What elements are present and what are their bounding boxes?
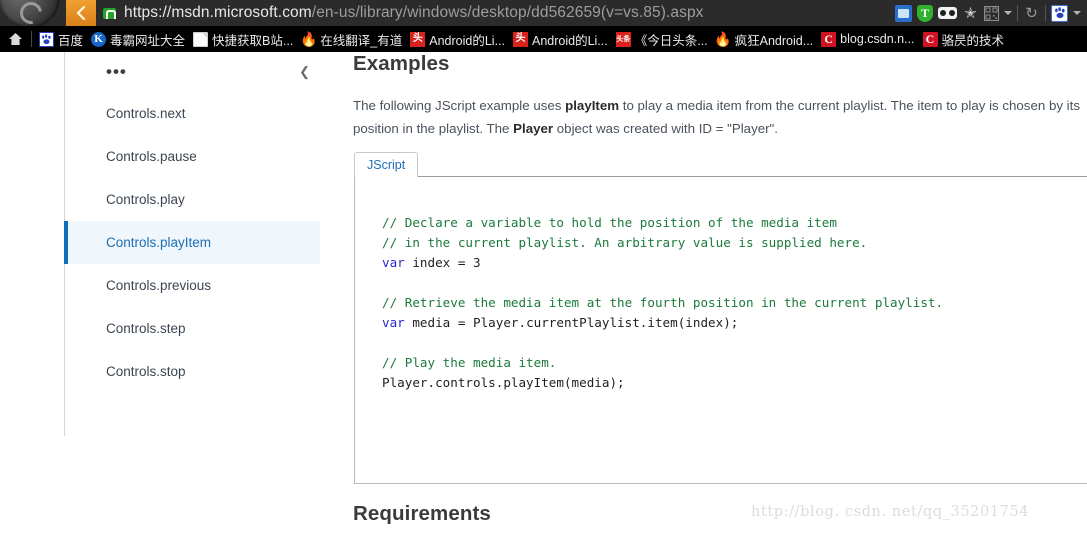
url-bar[interactable]: https://msdn.microsoft.com/en-us/library… [122,4,895,22]
requirements-heading: Requirements [353,502,491,525]
bookmark-item-toutiao-app[interactable]: 头条 《今日头条... [614,26,714,52]
kingsoft-k-icon: K [91,31,107,47]
bookmarks-bar: 百度 K 毒霸网址大全 快捷获取B站... 🔥 在线翻译_有道 头 Androi… [0,26,1087,52]
csdn-icon: C [821,31,837,47]
sidebar-item-controls-pause[interactable]: Controls.pause [65,135,320,178]
browser-toolbar: https://msdn.microsoft.com/en-us/library… [0,0,1087,26]
bookmark-label: 快捷获取B站... [212,33,294,48]
flame-icon: 🔥 [714,31,732,47]
sidebar-item-controls-previous[interactable]: Controls.previous [65,264,320,307]
code-sample-panel: JScript // Declare a variable to hold th… [354,152,1087,484]
toc-sidebar: ••• ❮ Controls.next Controls.pause Contr… [64,52,320,436]
bookmark-label: 疯狂Android... [734,33,814,48]
bookmark-label: 骆昃的技术 [941,33,1005,48]
bookmark-item-crazy-android[interactable]: 🔥 疯狂Android... [714,26,820,52]
baidu-paw-icon [39,31,54,47]
browser-nav-orb[interactable] [0,0,66,26]
csdn-icon: C [922,31,938,47]
back-button[interactable] [66,0,96,26]
page-title: Examples [353,52,450,75]
home-icon[interactable] [4,26,26,52]
url-host: https://msdn.microsoft.com [124,4,312,21]
watermark-text: http://blog. csdn. net/qq_35201754 [751,504,1030,520]
page-viewport: ••• ❮ Controls.next Controls.pause Contr… [0,52,1087,536]
bookmark-item-toutiao-1[interactable]: 头 Android的Li... [408,26,511,52]
qr-code-icon[interactable] [984,5,999,21]
sidebar-item-controls-step[interactable]: Controls.step [65,307,320,350]
sidebar-item-label: Controls.previous [106,278,212,293]
sidebar-item-label: Controls.playItem [106,235,212,250]
screenshot-icon[interactable] [895,4,912,22]
url-path: /en-us/library/windows/desktop/dd562659(… [311,4,704,21]
sidebar-item-label: Controls.step [106,321,186,336]
favorite-star-icon[interactable]: ✭ [962,5,979,22]
sidebar-header: ••• ❮ [65,52,320,92]
toolbar-divider [1017,5,1018,21]
toolbar-divider [1045,5,1046,21]
toutiao-app-icon: 头条 [615,31,631,47]
article-content: Examples The following JScript example u… [353,52,1087,536]
ellipsis-icon[interactable]: ••• [106,63,127,80]
bookmark-label: Android的Li... [531,33,608,48]
bookmark-label: 百度 [58,33,84,48]
sidebar-item-label: Controls.play [106,192,185,207]
glasses-icon[interactable] [938,7,957,19]
bookmark-item-toutiao-2[interactable]: 头 Android的Li... [511,26,614,52]
toutiao-icon: 头 [410,31,426,47]
dropdown-caret-icon[interactable] [1073,11,1081,15]
sidebar-item-controls-playitem[interactable]: Controls.playItem [64,221,320,264]
toolbar-icon-group: T ✭ ↻ [895,0,1087,26]
baidu-paw-icon[interactable] [1051,4,1068,22]
intro-paragraph: The following JScript example uses playI… [353,94,1087,140]
code-body[interactable]: // Declare a variable to hold the positi… [354,177,1087,484]
code-tabstrip: JScript [354,152,1087,177]
tencent-shield-icon[interactable]: T [917,4,933,22]
paragraph-text-1: The following JScript example uses [353,98,566,113]
toutiao-icon: 头 [512,31,528,47]
bookmark-label: 毒霸网址大全 [110,33,186,48]
dropdown-caret-icon[interactable] [1004,11,1012,15]
bookmark-label: Android的Li... [429,33,505,48]
bookmark-label: 在线翻译_有道 [320,33,403,48]
tab-label: JScript [367,158,406,172]
sidebar-item-controls-next[interactable]: Controls.next [65,92,320,135]
bookmark-item-kingsoft[interactable]: K 毒霸网址大全 [89,26,191,52]
sidebar-item-label: Controls.pause [106,149,197,164]
playitem-emphasis: playItem [565,98,620,113]
document-icon [193,31,209,47]
bookmark-item-luohao-tech[interactable]: C 骆昃的技术 [921,26,1011,52]
ssl-lock-icon [96,0,122,26]
sidebar-item-controls-play[interactable]: Controls.play [65,178,320,221]
sidebar-item-label: Controls.stop [106,364,186,379]
flame-icon: 🔥 [300,31,318,47]
player-emphasis: Player [513,121,554,136]
bookmark-label: blog.csdn.n... [840,32,915,46]
bookmark-item-bilibili[interactable]: 快捷获取B站... [191,26,299,52]
bookmark-item-csdn-blog[interactable]: C blog.csdn.n... [819,26,920,52]
paragraph-text-3: object was created with ID = "Player". [553,121,778,136]
chevron-left-icon[interactable]: ❮ [299,64,310,80]
sidebar-item-label: Controls.next [106,106,186,121]
bookmark-label: 《今日头条... [634,33,708,48]
reload-icon[interactable]: ↻ [1023,5,1040,22]
tab-jscript[interactable]: JScript [354,152,419,177]
code-text: // Declare a variable to hold the positi… [382,215,944,390]
back-arrow-icon [75,6,87,20]
bookmark-divider [31,31,32,47]
bookmark-item-youdao[interactable]: 🔥 在线翻译_有道 [299,26,408,52]
sidebar-item-controls-stop[interactable]: Controls.stop [65,350,320,393]
bookmark-item-baidu[interactable]: 百度 [37,26,89,52]
